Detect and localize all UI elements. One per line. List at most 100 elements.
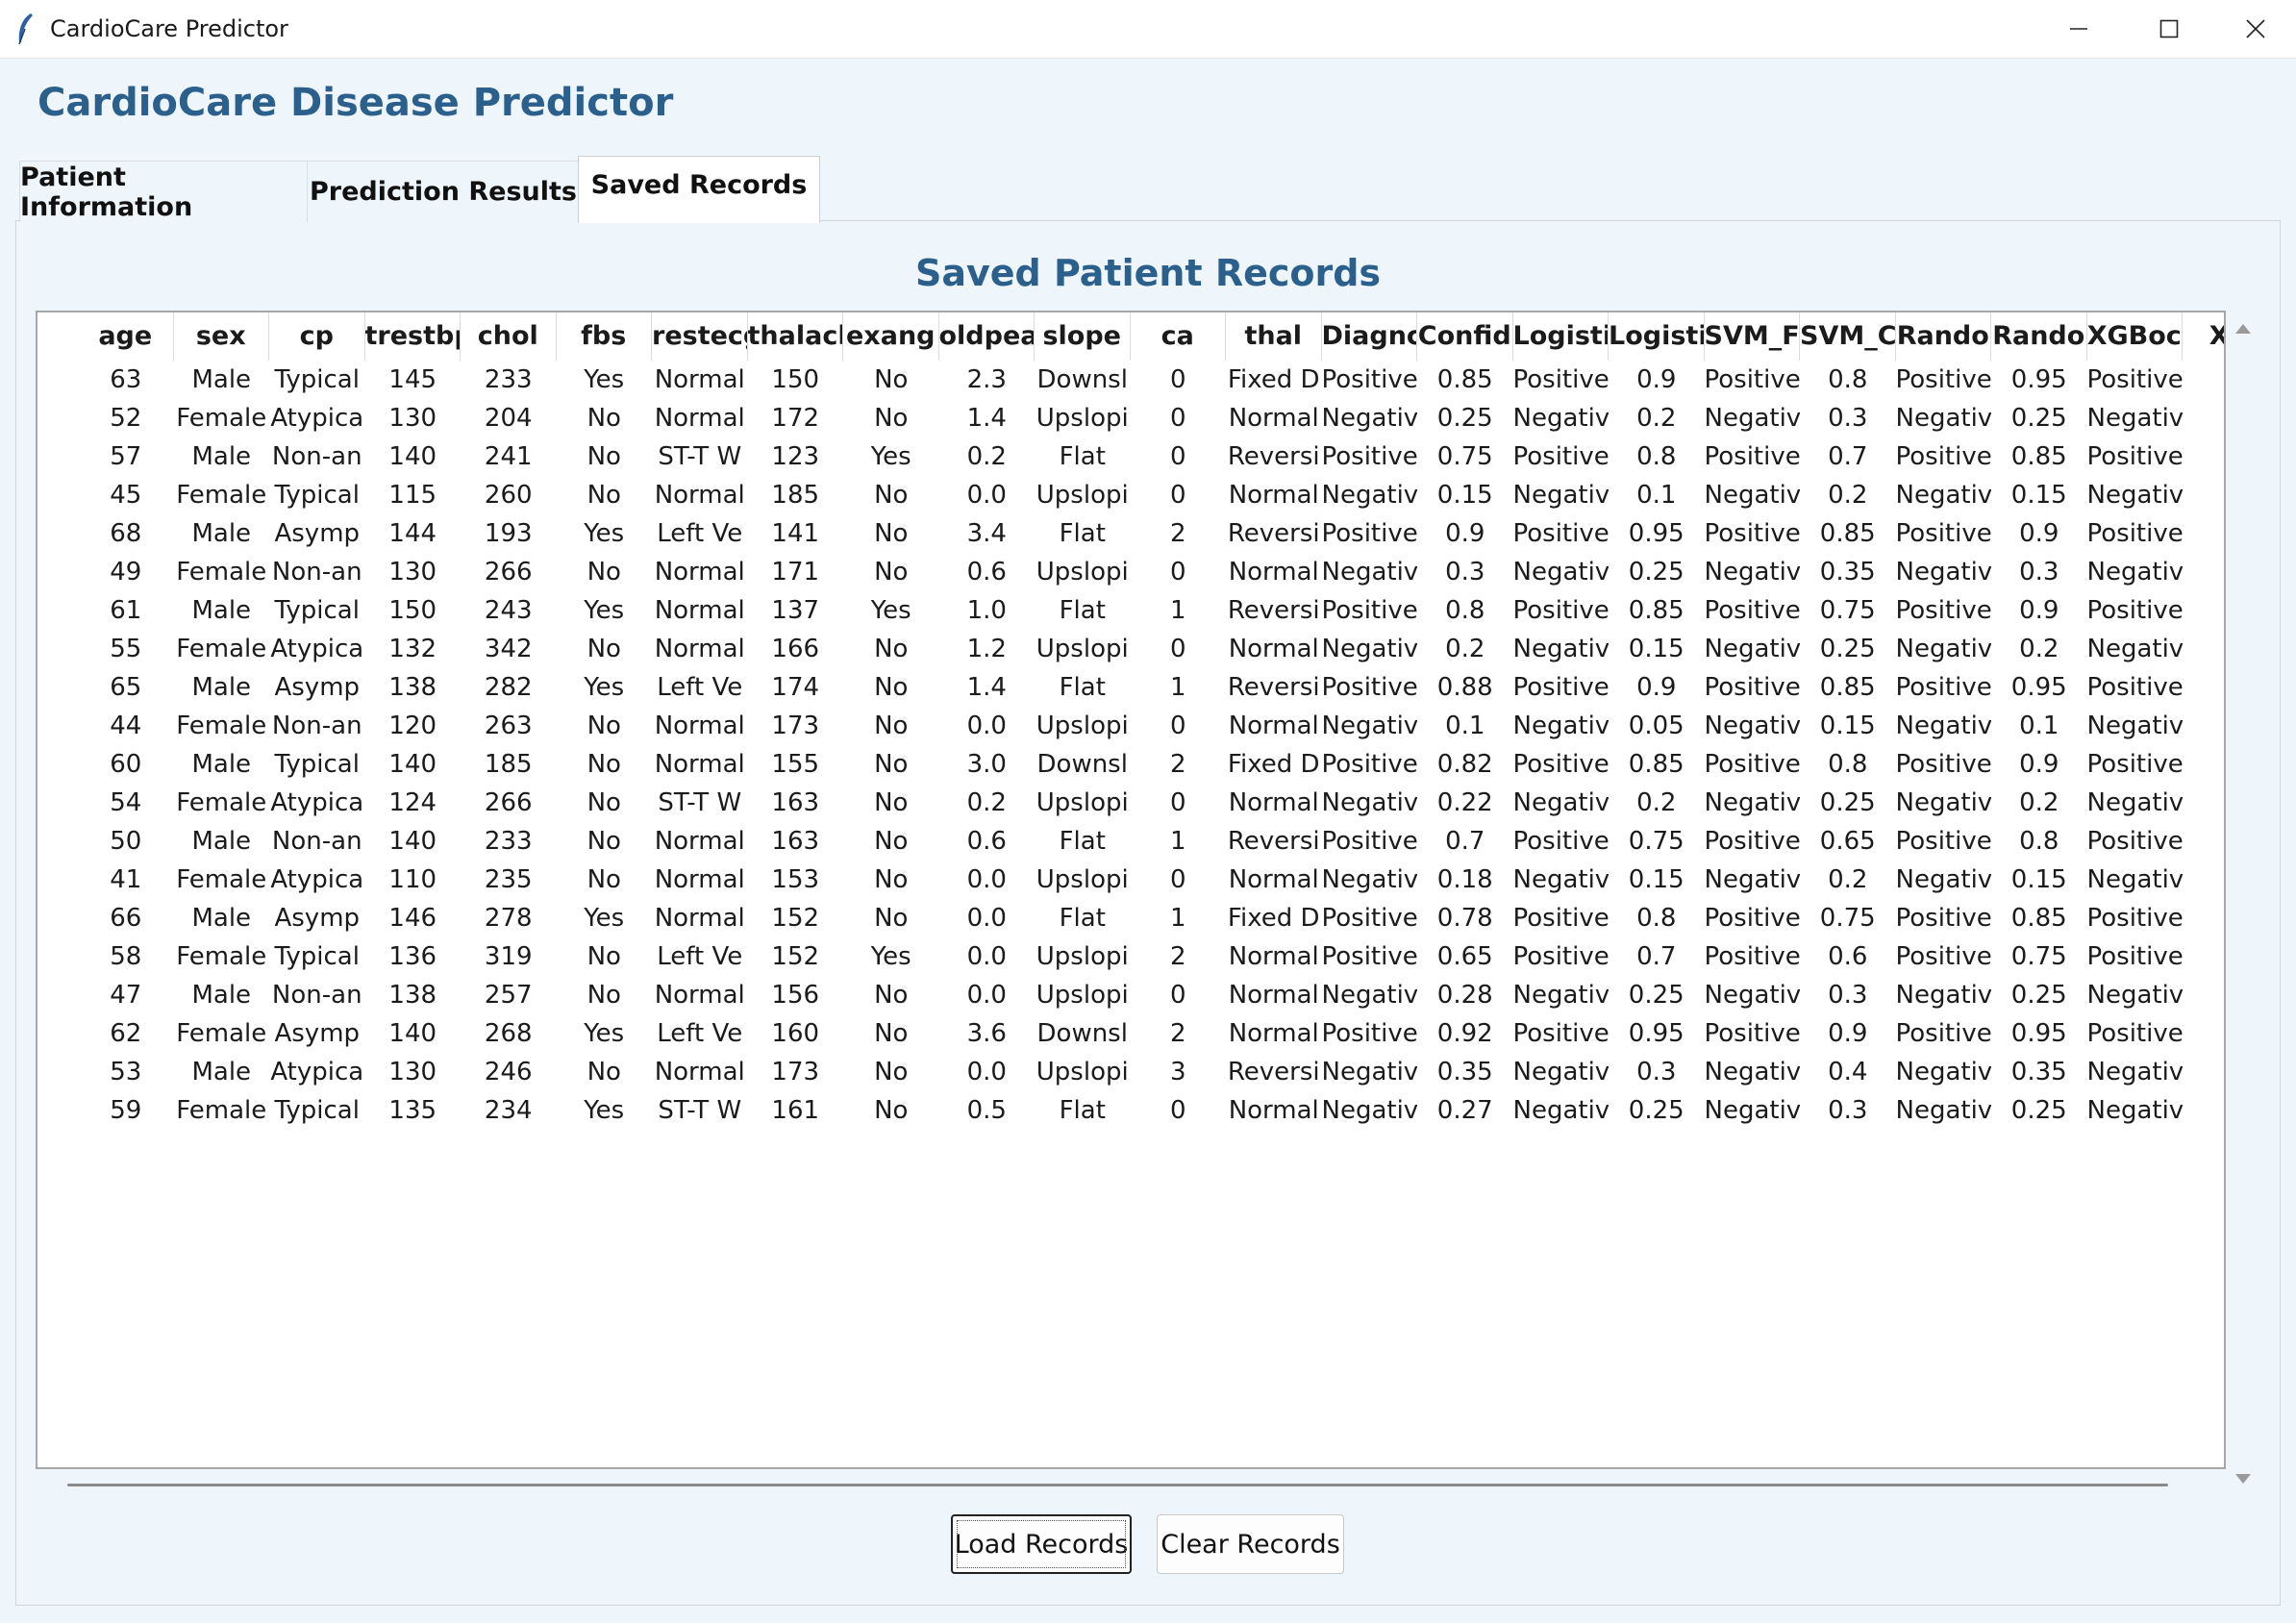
column-header[interactable]: Diagnc [1321, 312, 1417, 361]
table-row[interactable]: 53 Male Atypica 130 246 No Normal 173 No 0.0 Upslo… [37, 1053, 2224, 1091]
table-cell: 204 [484, 404, 533, 433]
column-header[interactable]: cp [269, 312, 365, 361]
column-header[interactable]: exang [843, 312, 939, 361]
column-header[interactable]: SVM_C [1800, 312, 1896, 361]
column-header[interactable]: ca [1130, 312, 1226, 361]
column-header[interactable]: thalacl [747, 312, 843, 361]
table-cell: 141 [771, 519, 820, 548]
table-cell: Reversi [1227, 827, 1320, 856]
table-row[interactable]: 58 Female Typical 136 319 No Left Ve 152 Yes 0.0 U… [37, 937, 2224, 976]
table-cell [2183, 514, 2224, 553]
table-cell: Yes [584, 1096, 625, 1125]
table-cell: 0 [2183, 784, 2224, 822]
table-cell: Negativ [1895, 558, 1992, 587]
table-cell: Negativ [1895, 981, 1992, 1010]
table-cell: Negativ [1704, 788, 1801, 817]
load-records-button[interactable]: Load Records [951, 1514, 1132, 1574]
table-row[interactable]: 59 Female Typical 135 234 Yes ST-T W 161 No 0.5 Fl… [37, 1091, 2224, 1130]
table-cell: Male [191, 365, 252, 394]
table-cell: No [874, 1058, 909, 1086]
horizontal-scrollbar[interactable] [36, 1469, 2226, 1498]
column-header[interactable]: Rando [1991, 312, 2087, 361]
table-cell: Negativ [1704, 558, 1801, 587]
table-cell: Asymp [274, 673, 361, 702]
table-cell: 1.0 [966, 596, 1007, 625]
table-cell: Flat [1059, 904, 1106, 933]
column-header[interactable]: Rando [1895, 312, 1991, 361]
table-cell: Female [176, 942, 267, 971]
table-cell: 52 [110, 404, 142, 433]
column-header[interactable]: XG [2183, 312, 2224, 361]
table-cell: Positive [1704, 673, 1801, 702]
table-cell: 0.4 [1828, 1058, 1868, 1086]
table-cell: 0.25 [1628, 1096, 1685, 1125]
table-cell: Positive [1704, 827, 1801, 856]
table-row[interactable]: 66 Male Asymp 146 278 Yes Normal 152 No 0.0 Flat 1 F… [37, 899, 2224, 937]
table-cell: Positive [1321, 519, 1418, 548]
column-header[interactable]: Logisti [1609, 312, 1705, 361]
table-row[interactable]: 63 Male Typical 145 233 Yes Normal 150 No 2.3 Down… [37, 361, 2224, 399]
column-header[interactable]: SVM_F [1704, 312, 1800, 361]
table-cell: Left Ve [657, 942, 743, 971]
minimize-button[interactable] [2034, 0, 2123, 58]
table-cell: Positive [1512, 365, 1610, 394]
table-cell: Negativ [1704, 865, 1801, 894]
table-cell: 0.0 [966, 904, 1007, 933]
table-row[interactable]: 44 Female Non-an 120 263 No Normal 173 No 0.0 Upsl… [37, 707, 2224, 745]
records-table[interactable]: agesexcptrestbpcholfbsrestecgthalaclexan… [36, 311, 2226, 1469]
table-cell: 0.8 [1445, 596, 1485, 625]
table-cell: 140 [388, 442, 437, 471]
table-cell: Female [176, 558, 267, 587]
table-row[interactable]: 50 Male Non-an 140 233 No Normal 163 No 0.6 Flat 1 R… [37, 822, 2224, 861]
column-header[interactable]: Logisti [1512, 312, 1609, 361]
tab-saved-records[interactable]: Saved Records [578, 156, 820, 223]
table-row[interactable]: 49 Female Non-an 130 266 No Normal 171 No 0.6 Upsl… [37, 553, 2224, 591]
column-header[interactable]: trestbp [364, 312, 461, 361]
table-row[interactable]: 52 Female Atypica 130 204 No Normal 172 No 1.4 Ups… [37, 399, 2224, 437]
table-cell: 163 [771, 827, 820, 856]
table-cell: 0.78 [1436, 904, 1493, 933]
table-row[interactable]: 68 Male Asymp 144 193 Yes Left Ve 141 No 3.4 Flat 2… [37, 514, 2224, 553]
table-row[interactable]: 47 Male Non-an 138 257 No Normal 156 No 0.0 Upslop… [37, 976, 2224, 1014]
column-header[interactable]: oldpea [938, 312, 1035, 361]
column-header[interactable]: XGBoc [2086, 312, 2183, 361]
table-row[interactable]: 57 Male Non-an 140 241 No ST-T W 123 Yes 0.2 Flat 0… [37, 437, 2224, 476]
scroll-down-icon[interactable] [2226, 1464, 2260, 1493]
table-cell: 0.15 [1819, 712, 1876, 740]
table-row[interactable]: 65 Male Asymp 138 282 Yes Left Ve 174 No 1.4 Flat 1… [37, 668, 2224, 707]
table-cell: Asymp [274, 904, 361, 933]
feather-icon [18, 13, 33, 45]
scroll-up-icon[interactable] [2226, 316, 2260, 345]
table-cell: Female [176, 1096, 267, 1125]
tab-patient-information[interactable]: Patient Information [19, 161, 308, 222]
table-cell: 0.6 [966, 558, 1007, 587]
horizontal-scroll-thumb[interactable] [67, 1484, 2168, 1486]
maximize-button[interactable] [2125, 0, 2213, 58]
column-header[interactable]: thal [1226, 312, 1322, 361]
table-cell: 0 [1169, 481, 1186, 510]
tab-prediction-results[interactable]: Prediction Results [307, 161, 580, 222]
table-row[interactable]: 54 Female Atypica 124 266 No ST-T W 163 No 0.2 Ups… [37, 784, 2224, 822]
column-header[interactable]: chol [461, 312, 557, 361]
table-cell: Positive [1704, 365, 1801, 394]
table-row[interactable]: 60 Male Typical 140 185 No Normal 155 No 3.0 Downs… [37, 745, 2224, 784]
table-cell: No [874, 1096, 909, 1125]
close-button[interactable] [2211, 0, 2296, 58]
table-cell: Positive [1704, 519, 1801, 548]
column-header[interactable]: Confid [1417, 312, 1513, 361]
table-row[interactable]: 45 Female Typical 115 260 No Normal 185 No 0.0 Ups… [37, 476, 2224, 514]
table-row[interactable]: 41 Female Atypica 110 235 No Normal 153 No 0.0 Ups… [37, 861, 2224, 899]
table-cell: Male [191, 519, 252, 548]
column-header[interactable]: fbs [556, 312, 652, 361]
column-header[interactable]: sex [173, 312, 269, 361]
table-cell: 0.15 [1436, 481, 1493, 510]
column-header[interactable]: age [78, 312, 174, 361]
table-row[interactable]: 55 Female Atypica 132 342 No Normal 166 No 1.2 Ups… [37, 630, 2224, 668]
column-header[interactable]: restecg [652, 312, 748, 361]
column-header[interactable]: slope [1035, 312, 1131, 361]
table-row[interactable]: 62 Female Asymp 140 268 Yes Left Ve 160 No 3.6 Dow… [37, 1014, 2224, 1053]
table-cell: No [874, 365, 909, 394]
vertical-scrollbar[interactable] [2226, 311, 2260, 1498]
clear-records-button[interactable]: Clear Records [1157, 1514, 1344, 1574]
table-row[interactable]: 61 Male Typical 150 243 Yes Normal 137 Yes 1.0 Fla… [37, 591, 2224, 630]
